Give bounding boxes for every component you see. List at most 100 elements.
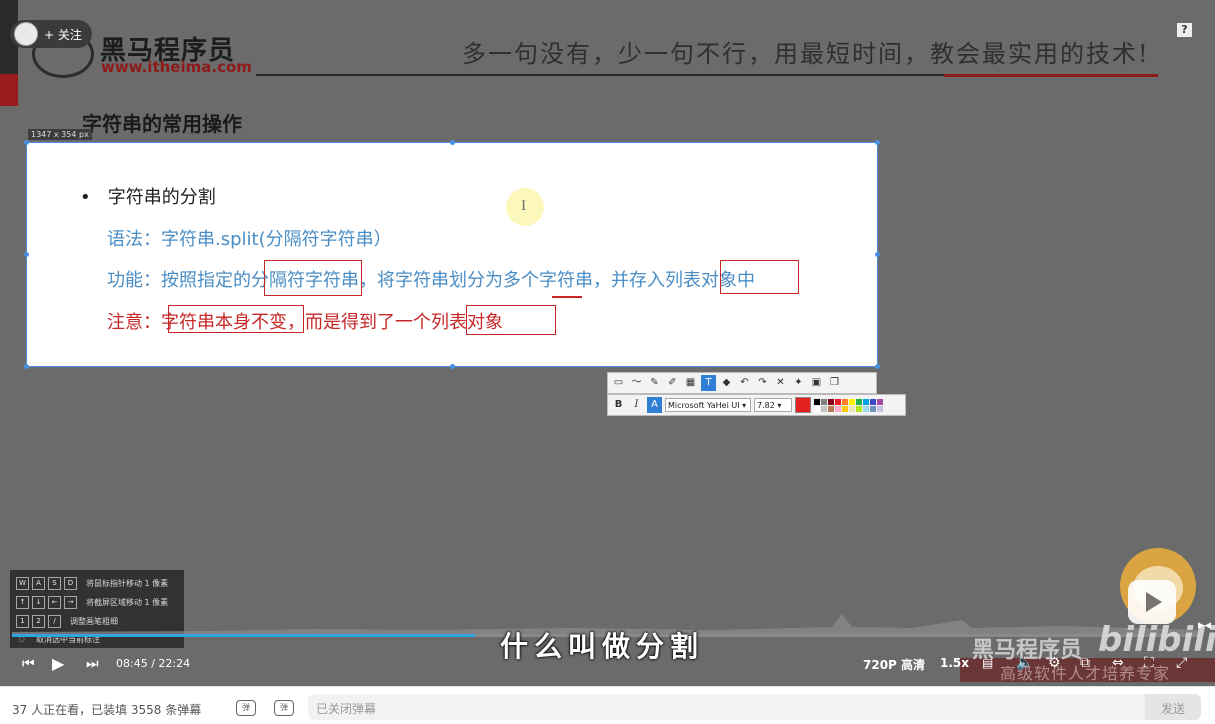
shortcut-row: ↑ ↓ ← → 将截屏区域移动 1 像素: [16, 596, 168, 609]
resize-handle[interactable]: [875, 252, 880, 257]
rectangle-tool-icon[interactable]: ▭: [611, 375, 626, 391]
resize-handle[interactable]: [24, 252, 29, 257]
font-color-button[interactable]: A: [647, 397, 662, 413]
bullet-item: • 字符串的分割: [80, 187, 216, 208]
volume-icon[interactable]: 🔈: [1016, 655, 1033, 671]
resize-handle[interactable]: [875, 364, 880, 369]
undo-icon[interactable]: ↶: [737, 375, 752, 391]
web-fullscreen-icon[interactable]: ⛶: [1144, 655, 1154, 671]
speed-selector[interactable]: 1.5x: [940, 656, 969, 670]
font-family-select[interactable]: Microsoft YaHei UI ▾: [665, 398, 751, 412]
text-format-toolbar: B I A Microsoft YaHei UI ▾ 7.82 ▾: [607, 394, 906, 416]
play-pause-button[interactable]: ▶: [52, 654, 64, 673]
send-button[interactable]: 发送: [1145, 694, 1201, 720]
italic-button[interactable]: I: [629, 397, 644, 413]
color-swatch[interactable]: [842, 398, 848, 405]
marker-tool-icon[interactable]: ✐: [665, 375, 680, 391]
pen-tool-icon[interactable]: ✎: [647, 375, 662, 391]
color-swatch[interactable]: [856, 405, 862, 412]
bullet-text: 字符串的分割: [107, 187, 216, 208]
color-swatch[interactable]: [835, 405, 841, 412]
fullscreen-icon[interactable]: ⤢: [1176, 655, 1187, 671]
previous-icon[interactable]: ⏮: [22, 656, 35, 672]
progress-fill: [12, 634, 476, 637]
time-display: 08:45 / 22:24: [116, 657, 191, 670]
save-icon[interactable]: ▣: [809, 375, 824, 391]
play-overlay-button[interactable]: [1128, 580, 1176, 624]
follow-label: + 关注: [44, 27, 82, 42]
resize-handle[interactable]: [450, 140, 455, 145]
key-cap: ↑: [16, 596, 29, 609]
key-cap: D: [64, 577, 77, 590]
color-swatch[interactable]: [835, 398, 841, 405]
annotation-box[interactable]: [264, 260, 362, 296]
line-tool-icon[interactable]: 〜: [629, 375, 644, 391]
pip-icon[interactable]: ⧉: [1080, 655, 1090, 671]
color-swatch[interactable]: [849, 398, 855, 405]
close-icon[interactable]: ✕: [773, 375, 788, 391]
viewer-count: 37 人正在看，已装填 3558 条弹幕: [12, 703, 202, 717]
side-panel-toggle-icon[interactable]: ▸◂: [1198, 618, 1211, 633]
resize-handle[interactable]: [24, 140, 29, 145]
color-swatch[interactable]: [870, 405, 876, 412]
shortcut-row: W A S D 将鼠标指针移动 1 像素: [16, 577, 168, 590]
key-cap: ↓: [32, 596, 45, 609]
color-swatch[interactable]: [828, 398, 834, 405]
text-tool-icon[interactable]: T: [701, 375, 716, 391]
uploader-avatar: [14, 22, 38, 46]
next-icon[interactable]: ⏭: [86, 656, 99, 672]
quality-selector[interactable]: 720P 高清: [863, 656, 925, 673]
header-divider-accent: [944, 74, 1158, 77]
color-swatch[interactable]: [814, 405, 820, 412]
color-swatch[interactable]: [828, 405, 834, 412]
resize-handle[interactable]: [24, 364, 29, 369]
pin-icon[interactable]: ✦: [791, 375, 806, 391]
copy-icon[interactable]: ❐: [827, 375, 842, 391]
shortcut-description: 将截屏区域移动 1 像素: [86, 598, 169, 607]
danmaku-toggle-icon[interactable]: ▤: [982, 656, 993, 670]
note-line: 注意：字符串本身不变，而是得到了一个列表对象: [107, 312, 503, 333]
redo-icon[interactable]: ↷: [755, 375, 770, 391]
color-swatch[interactable]: [849, 405, 855, 412]
slide-red-accent: [0, 74, 18, 106]
key-cap: →: [64, 596, 77, 609]
help-icon[interactable]: ?: [1177, 23, 1192, 37]
video-player[interactable]: 黑马程序员 www.itheima.com + 关注 多一句没有，少一句不行，用…: [0, 0, 1215, 686]
resize-handle[interactable]: [875, 140, 880, 145]
color-swatch[interactable]: [842, 405, 848, 412]
font-size-select[interactable]: 7.82 ▾: [754, 398, 792, 412]
color-swatch[interactable]: [821, 405, 827, 412]
annotation-box[interactable]: [466, 305, 556, 335]
annotation-toolbar: ▭ 〜 ✎ ✐ ▦ T ◆ ↶ ↷ ✕ ✦ ▣ ❐: [607, 372, 877, 394]
play-icon: [1146, 592, 1162, 612]
color-swatch[interactable]: [856, 398, 862, 405]
annotation-underline: [552, 296, 582, 298]
color-swatch[interactable]: [814, 398, 820, 405]
color-swatch[interactable]: [877, 405, 883, 412]
danmaku-input[interactable]: 已关闭弹幕: [308, 694, 1150, 720]
bold-button[interactable]: B: [611, 397, 626, 413]
annotation-box[interactable]: [720, 260, 799, 294]
slogan: 多一句没有，少一句不行，用最短时间，教会最实用的技术!: [462, 40, 1150, 68]
settings-icon[interactable]: ⚙: [1048, 655, 1061, 671]
color-palette[interactable]: [814, 398, 883, 412]
brand-url: www.itheima.com: [101, 58, 252, 76]
color-swatch[interactable]: [821, 398, 827, 405]
key-cap: W: [16, 577, 29, 590]
selected-color-swatch[interactable]: [795, 397, 811, 413]
key-cap: S: [48, 577, 61, 590]
color-swatch[interactable]: [870, 398, 876, 405]
syntax-line: 语法：字符串.split(分隔符字符串）: [107, 229, 392, 250]
mosaic-tool-icon[interactable]: ▦: [683, 375, 698, 391]
color-swatch[interactable]: [863, 398, 869, 405]
widescreen-icon[interactable]: ⇔: [1112, 655, 1124, 671]
follow-button[interactable]: + 关注: [10, 20, 92, 48]
eraser-tool-icon[interactable]: ◆: [719, 375, 734, 391]
text-cursor-icon: I: [521, 199, 527, 214]
color-swatch[interactable]: [877, 398, 883, 405]
shortcut-description: 将鼠标指针移动 1 像素: [86, 579, 169, 588]
resize-handle[interactable]: [450, 364, 455, 369]
annotation-box[interactable]: [168, 305, 304, 333]
slide-heading: 字符串的常用操作: [82, 112, 242, 136]
color-swatch[interactable]: [863, 405, 869, 412]
